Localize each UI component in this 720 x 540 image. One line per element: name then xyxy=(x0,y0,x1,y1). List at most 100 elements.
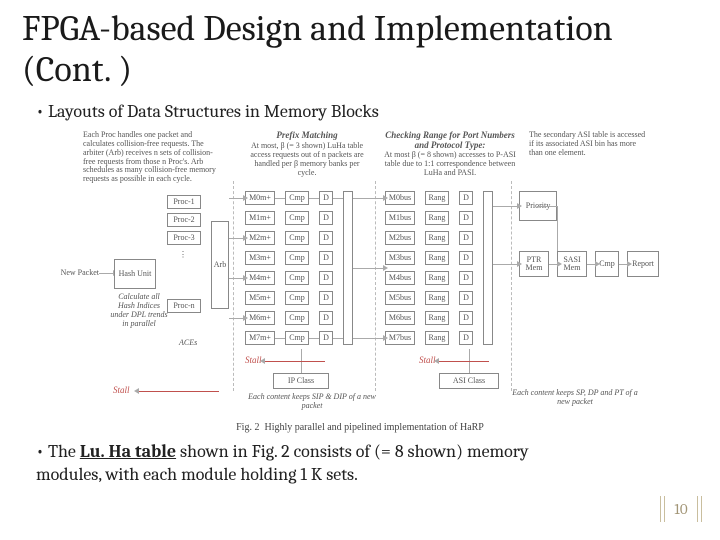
cmp-3: Cmp xyxy=(285,251,309,265)
figure-caption: Fig. 2 Highly parallel and pipelined imp… xyxy=(59,422,661,433)
cmp-6: Cmp xyxy=(285,311,309,325)
asi-class-box: ASI Class xyxy=(439,373,499,389)
d2-4: D xyxy=(459,271,473,285)
d2-2: D xyxy=(459,231,473,245)
wire xyxy=(229,238,243,239)
proc-3: Proc-3 xyxy=(167,231,201,245)
stall-wire xyxy=(139,391,219,392)
d2-7: D xyxy=(459,331,473,345)
rang-0: Rang xyxy=(425,191,449,205)
mbus-7: M7bus xyxy=(385,331,415,345)
ip-class-box: IP Class xyxy=(273,373,329,389)
stall-wire xyxy=(265,361,325,362)
rang-1: Rang xyxy=(425,211,449,225)
wire xyxy=(333,338,343,339)
divider-1 xyxy=(233,181,234,391)
cmp-5: Cmp xyxy=(285,291,309,305)
wire xyxy=(549,264,557,265)
mbus-2: M2bus xyxy=(385,231,415,245)
m-box-6: M6m+ xyxy=(245,311,275,325)
stall-wire xyxy=(439,361,489,362)
wire xyxy=(275,198,285,199)
wire xyxy=(275,338,285,339)
slide-title: FPGA-based Design and Implementation (Co… xyxy=(22,8,698,91)
wire xyxy=(493,264,517,265)
wire xyxy=(229,198,243,199)
arrow-newpacket xyxy=(99,273,113,274)
m-box-2: M2m+ xyxy=(245,231,275,245)
ip-class-note: Each content keeps SIP & DIP of a new pa… xyxy=(247,393,377,411)
asi-class-note: Each content keeps SP, DP and PT of a ne… xyxy=(509,389,641,407)
mbus-5: M5bus xyxy=(385,291,415,305)
header-mid-title: Prefix Matching xyxy=(257,131,357,141)
header-right-desc: At most β (= 8 shown) accesses to P-ASI … xyxy=(383,151,517,177)
label-new-packet: New Packet xyxy=(59,269,99,278)
d-0: D xyxy=(319,191,333,205)
d-2: D xyxy=(319,231,333,245)
d-6: D xyxy=(319,311,333,325)
wire xyxy=(309,338,319,339)
proc-n: Proc-n xyxy=(167,299,201,313)
aces-label: ACEs xyxy=(179,339,197,348)
header-left-desc: Each Proc handles one packet and calcula… xyxy=(83,131,219,184)
m-box-0: M0m+ xyxy=(245,191,275,205)
mbus-1: M1bus xyxy=(385,211,415,225)
bullet-2-emph: Lu. Ha table xyxy=(80,441,176,462)
wire xyxy=(353,338,383,339)
d2-5: D xyxy=(459,291,473,305)
hash-note: Calculate all Hash Indices under DPL tre… xyxy=(109,293,169,328)
wire xyxy=(333,198,343,199)
figure-2: Each Proc handles one packet and calcula… xyxy=(59,131,661,435)
m-box-3: M3m+ xyxy=(245,251,275,265)
rang-7: Rang xyxy=(425,331,449,345)
wire xyxy=(353,198,383,199)
mid-arb-bar-2 xyxy=(483,191,493,345)
wire xyxy=(619,264,627,265)
m-box-1: M1m+ xyxy=(245,211,275,225)
m-box-4: M4m+ xyxy=(245,271,275,285)
mbus-3: M3bus xyxy=(385,251,415,265)
cmp-1: Cmp xyxy=(285,211,309,225)
m-box-5: M5m+ xyxy=(245,291,275,305)
hash-unit-box: Hash Unit xyxy=(114,259,156,289)
mbus-0: M0bus xyxy=(385,191,415,205)
bullet-2: The Lu. Ha table shown in Fig. 2 consist… xyxy=(36,441,596,486)
m-box-7: M7m+ xyxy=(245,331,275,345)
bullet-1: Layouts of Data Structures in Memory Blo… xyxy=(36,101,698,124)
mbus-4: M4bus xyxy=(385,271,415,285)
cmp-7: Cmp xyxy=(285,331,309,345)
wire xyxy=(493,206,517,207)
stall-1: Stall xyxy=(113,385,130,395)
cmp-4: Cmp xyxy=(285,271,309,285)
mid-arb-bar xyxy=(343,191,353,345)
mbus-6: M6bus xyxy=(385,311,415,325)
d2-3: D xyxy=(459,251,473,265)
rang-5: Rang xyxy=(425,291,449,305)
rang-4: Rang xyxy=(425,271,449,285)
d-7: D xyxy=(319,331,333,345)
d2-0: D xyxy=(459,191,473,205)
wire xyxy=(537,206,557,207)
wire xyxy=(229,278,243,279)
proc-2: Proc-2 xyxy=(167,213,201,227)
d-5: D xyxy=(319,291,333,305)
d-4: D xyxy=(319,271,333,285)
cmp-0: Cmp xyxy=(285,191,309,205)
d-3: D xyxy=(319,251,333,265)
d2-6: D xyxy=(459,311,473,325)
wire xyxy=(229,318,243,319)
d2-1: D xyxy=(459,211,473,225)
header-mid-desc: At most, β (= 3 shown) LuHa table access… xyxy=(245,142,369,177)
bullet-2-pre: The xyxy=(48,441,80,462)
wire xyxy=(587,264,595,265)
arb-box: Arb xyxy=(211,221,229,309)
cmp-2: Cmp xyxy=(285,231,309,245)
rang-2: Rang xyxy=(425,231,449,245)
d-1: D xyxy=(319,211,333,225)
divider-2 xyxy=(375,181,376,391)
rang-3: Rang xyxy=(425,251,449,265)
ptr-mem-box: PTR Mem xyxy=(519,251,549,277)
divider-3 xyxy=(511,181,512,391)
page-number: 10 xyxy=(664,496,698,522)
rang-6: Rang xyxy=(425,311,449,325)
